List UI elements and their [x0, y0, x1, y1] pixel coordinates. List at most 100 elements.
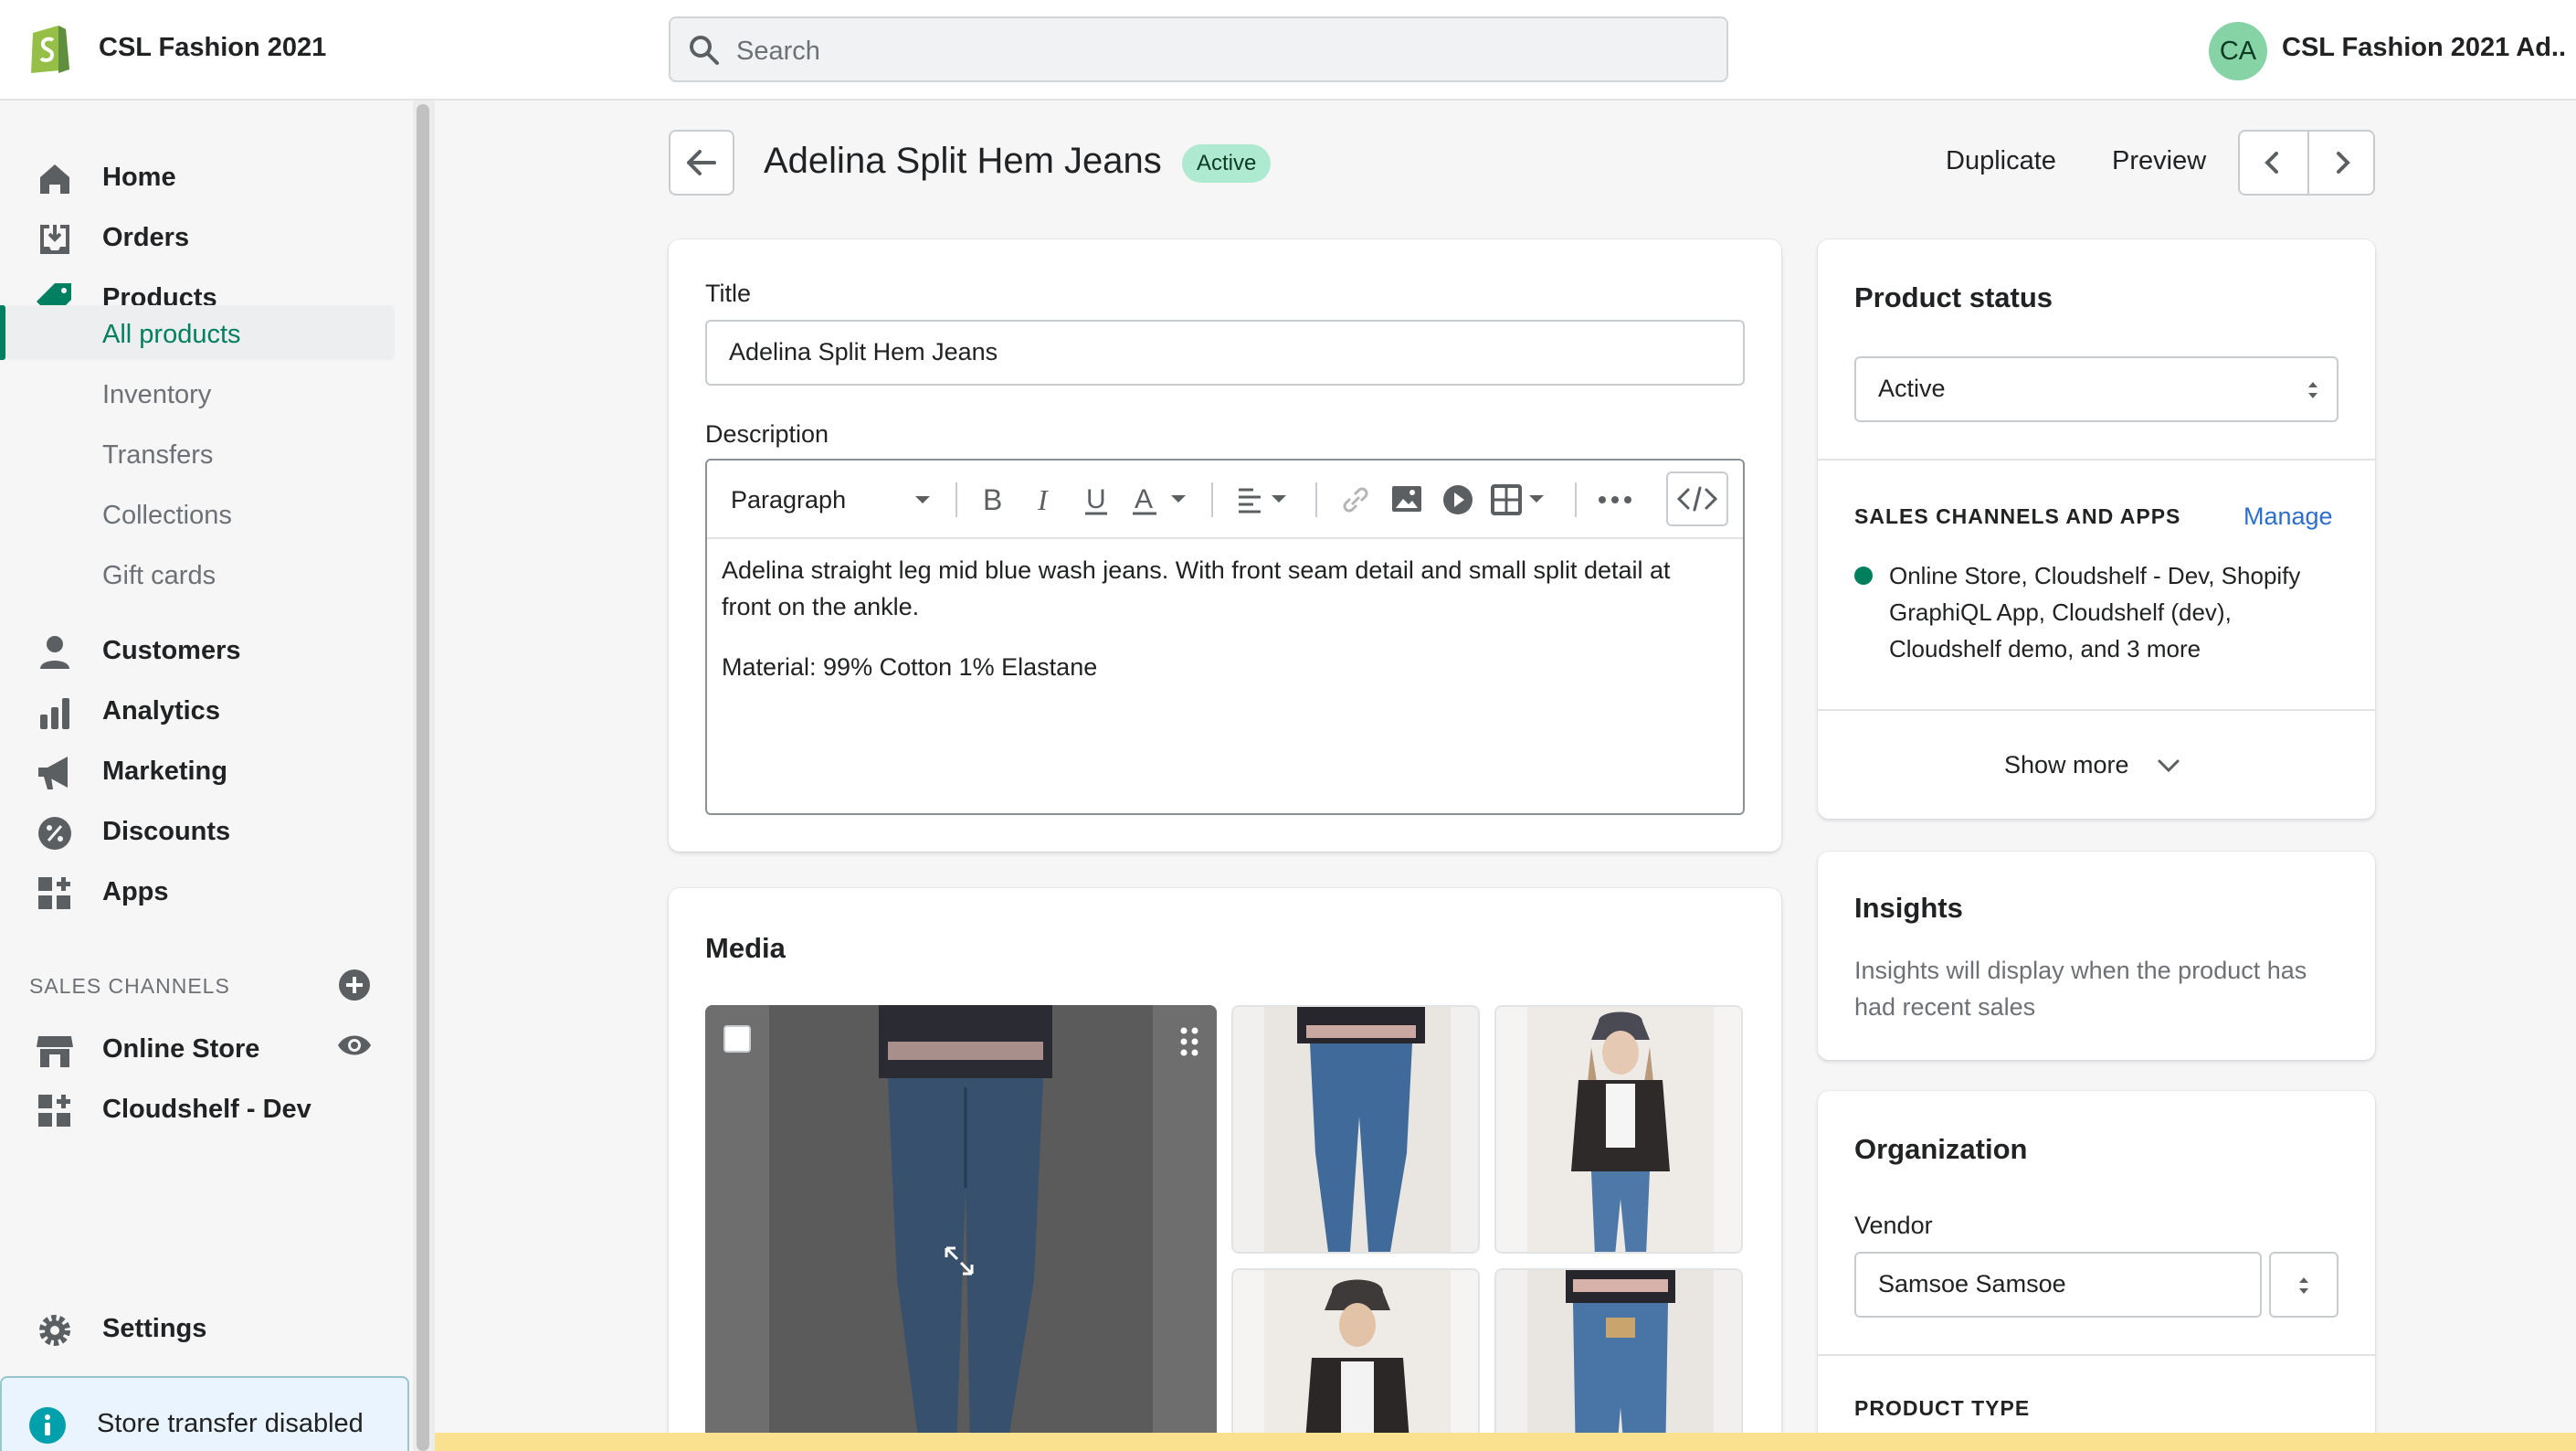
bold-icon[interactable]: B [976, 479, 1008, 521]
preview-button[interactable]: Preview [2112, 146, 2206, 176]
paragraph-format-select[interactable]: Paragraph [731, 479, 941, 521]
show-more-button[interactable]: Show more [2004, 751, 2223, 788]
sidebar-item-marketing[interactable]: Marketing [0, 742, 411, 797]
duplicate-button[interactable]: Duplicate [1946, 146, 2056, 176]
vendor-select-button[interactable] [2269, 1252, 2338, 1318]
code-icon [1676, 486, 1718, 512]
sidebar-item-customers[interactable]: Customers [0, 621, 411, 676]
person-icon [40, 636, 69, 669]
status-select-value: Active [1878, 375, 1946, 402]
media-select-checkbox[interactable] [723, 1025, 751, 1053]
pagination [2238, 130, 2375, 196]
underline-icon[interactable]: U [1080, 479, 1113, 521]
svg-text:A: A [1135, 484, 1153, 514]
avatar[interactable]: CA [2209, 22, 2267, 80]
description-content[interactable]: Adelina straight leg mid blue wash jeans… [722, 552, 1726, 709]
sidebar-scrollbar-thumb[interactable] [417, 104, 429, 1451]
sidebar-subitem-label: All products [102, 320, 241, 349]
divider [1818, 1354, 2375, 1356]
shopify-logo-icon[interactable] [26, 20, 73, 73]
select-arrows-icon [2308, 382, 2317, 398]
svg-text:U: U [1086, 484, 1106, 514]
sidebar: Home Orders Products All products Invent… [0, 101, 413, 1451]
search-icon [690, 36, 719, 65]
image-icon[interactable] [1388, 479, 1425, 521]
vendor-field[interactable]: Samsoe Samsoe [1854, 1252, 2262, 1318]
sidebar-item-label: Home [102, 163, 176, 192]
manage-channels-link[interactable]: Manage [2243, 503, 2333, 531]
vendor-label: Vendor [1854, 1212, 1933, 1239]
sidebar-item-label: Marketing [102, 757, 227, 786]
description-paragraph: Adelina straight leg mid blue wash jeans… [722, 556, 1671, 620]
expand-icon[interactable] [941, 1243, 977, 1279]
sidebar-subitem-collections[interactable]: Collections [0, 486, 411, 541]
previous-product-button[interactable] [2240, 132, 2306, 194]
sidebar-item-label: Customers [102, 636, 241, 665]
text-color-icon[interactable]: A [1131, 479, 1195, 521]
jeans-back-image [1496, 1270, 1741, 1451]
channel-status-dot [1854, 567, 1873, 585]
sidebar-subitem-label: Collections [102, 501, 232, 530]
user-menu-name[interactable]: CSL Fashion 2021 Ad... [2282, 33, 2565, 63]
media-thumbnail[interactable] [1494, 1005, 1743, 1254]
editor-toolbar: Paragraph B I U A [707, 461, 1743, 539]
eye-icon[interactable] [336, 1031, 373, 1060]
description-label: Description [705, 420, 829, 448]
more-icon[interactable] [1595, 479, 1635, 521]
media-thumbnail[interactable] [1231, 1268, 1480, 1451]
media-thumbnail[interactable] [1231, 1005, 1480, 1254]
sidebar-subitem-gift-cards[interactable]: Gift cards [0, 546, 411, 601]
sidebar-subitem-inventory[interactable]: Inventory [0, 365, 411, 420]
html-code-button[interactable] [1666, 471, 1728, 526]
toolbar-separator [1575, 482, 1577, 517]
apps-icon [38, 877, 70, 909]
sidebar-item-label: Orders [102, 223, 190, 252]
organization-title: Organization [1854, 1133, 2028, 1165]
link-icon[interactable] [1337, 479, 1374, 521]
description-editor[interactable]: Paragraph B I U A Adelina straight leg m… [705, 459, 1745, 815]
sidebar-item-label: Cloudshelf - Dev [102, 1095, 311, 1124]
home-icon [40, 164, 69, 194]
sidebar-item-orders[interactable]: Orders [0, 208, 411, 263]
orders-icon [40, 225, 69, 254]
toolbar-separator [1315, 482, 1317, 517]
status-badge: Active [1182, 144, 1272, 183]
toolbar-separator [955, 482, 957, 517]
store-icon [37, 1036, 73, 1067]
store-name[interactable]: CSL Fashion 2021 [99, 33, 326, 63]
sales-channels-apps-title: SALES CHANNELS AND APPS [1854, 504, 2181, 528]
bar-chart-icon [40, 698, 69, 729]
search-input[interactable]: Search [669, 16, 1728, 82]
next-product-button[interactable] [2309, 132, 2375, 194]
top-bar: CSL Fashion 2021 Search CA CSL Fashion 2… [0, 0, 2576, 101]
caret-down-icon [915, 496, 930, 503]
sidebar-item-home[interactable]: Home [0, 148, 411, 203]
sidebar-item-apps[interactable]: Apps [0, 863, 411, 917]
sidebar-item-analytics[interactable]: Analytics [0, 682, 411, 736]
sidebar-item-cloudshelf-dev[interactable]: Cloudshelf - Dev [0, 1080, 411, 1135]
sidebar-subitem-transfers[interactable]: Transfers [0, 426, 411, 481]
video-icon[interactable] [1440, 479, 1476, 521]
bottom-warning-bar [435, 1433, 2576, 1451]
info-icon [29, 1407, 66, 1444]
back-button[interactable] [669, 130, 734, 196]
chevron-down-icon [2158, 759, 2180, 773]
sidebar-item-label: Apps [102, 877, 169, 906]
jeans-closeup-image [1233, 1007, 1478, 1252]
sidebar-item-settings[interactable]: Settings [0, 1299, 411, 1354]
model-hat-image [1233, 1270, 1478, 1451]
sidebar-subitem-all-products[interactable]: All products [5, 305, 395, 360]
divider [1818, 459, 2375, 461]
table-icon[interactable] [1489, 479, 1555, 521]
title-label: Title [705, 280, 752, 307]
sidebar-item-label: Online Store [102, 1034, 260, 1064]
title-field[interactable]: Adelina Split Hem Jeans [705, 320, 1745, 386]
add-channel-icon[interactable] [338, 969, 371, 1001]
media-thumbnail[interactable] [1494, 1268, 1743, 1451]
media-main-image[interactable] [705, 1005, 1217, 1451]
italic-icon[interactable]: I [1029, 479, 1061, 521]
drag-handle-icon[interactable] [1178, 1025, 1200, 1058]
align-icon[interactable] [1235, 479, 1299, 521]
sidebar-item-discounts[interactable]: Discounts [0, 802, 411, 857]
status-select[interactable]: Active [1854, 356, 2338, 422]
